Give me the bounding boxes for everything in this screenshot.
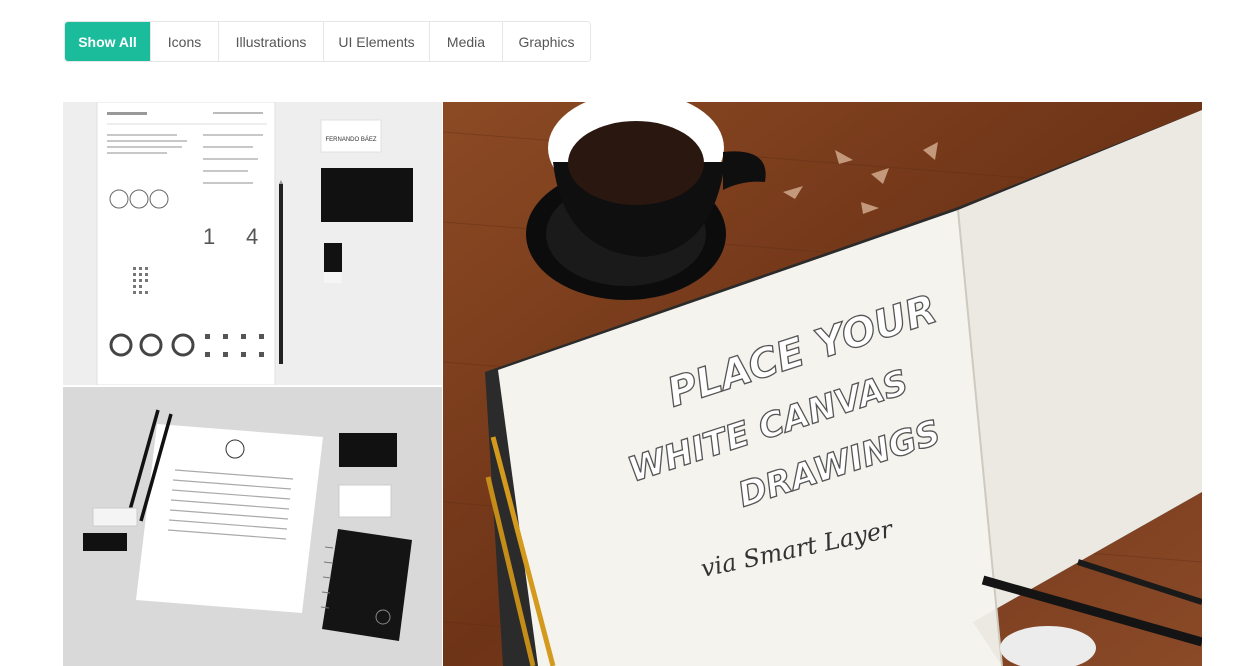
filter-show-all-button[interactable]: Show All [65,22,151,61]
svg-text:FERNANDO BÁEZ: FERNANDO BÁEZ [325,136,376,143]
filter-illustrations-button[interactable]: Illustrations [219,22,324,61]
gallery-item-stationery-mockup[interactable] [63,387,442,666]
portfolio-gallery: 1 4 FERNANDO BÁEZ PLACE YOUR WHITE CANVA… [63,102,1202,666]
filter-ui-elements-button[interactable]: UI Elements [324,22,430,61]
svg-text:4: 4 [246,224,258,249]
filter-media-button[interactable]: Media [430,22,503,61]
filter-icons-button[interactable]: Icons [151,22,219,61]
sketchbook-mockup-image: PLACE YOUR WHITE CANVAS DRAWINGS via Sma… [443,102,1202,666]
svg-text:1: 1 [203,224,215,249]
gallery-item-sketchbook-mockup[interactable]: PLACE YOUR WHITE CANVAS DRAWINGS via Sma… [443,102,1202,666]
filter-graphics-button[interactable]: Graphics [503,22,590,61]
portfolio-filter-bar: Show All Icons Illustrations UI Elements… [64,21,591,62]
resume-mockup-image: 1 4 FERNANDO BÁEZ [63,102,442,385]
stationery-mockup-image [63,387,442,666]
gallery-item-resume-mockup[interactable]: 1 4 FERNANDO BÁEZ [63,102,442,385]
